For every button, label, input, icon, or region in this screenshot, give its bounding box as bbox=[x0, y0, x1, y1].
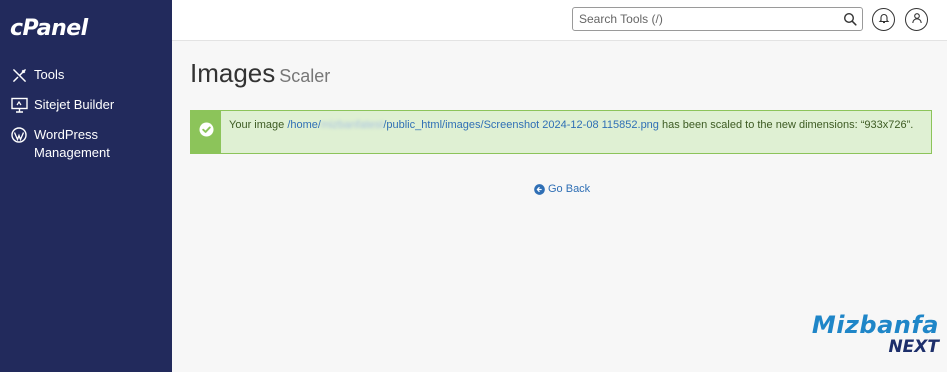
cpanel-logo[interactable]: cPanel bbox=[10, 16, 88, 41]
page-title: Images Scaler bbox=[190, 58, 330, 89]
sidebar-item-label: Tools bbox=[34, 67, 65, 82]
watermark-line2: NEXT bbox=[888, 337, 939, 357]
search-icon[interactable] bbox=[843, 12, 857, 26]
file-path-hidden: mizbanfatest bbox=[320, 119, 384, 131]
sidebar-item-sitejet-builder[interactable]: Sitejet Builder bbox=[0, 96, 172, 114]
user-menu-button[interactable] bbox=[905, 8, 928, 31]
check-circle-icon bbox=[198, 122, 214, 142]
file-path-end: /public_html/images/Screenshot 2024-12-0… bbox=[383, 119, 659, 131]
mizbanfa-watermark: Mizbanfa NEXT bbox=[812, 312, 939, 356]
page-subtitle: Scaler bbox=[279, 66, 331, 86]
file-path-link[interactable]: /home/mizbanfatest/public_html/images/Sc… bbox=[287, 119, 659, 131]
arrow-left-circle-icon bbox=[534, 183, 545, 195]
alert-message: Your image /home/mizbanfatest/public_htm… bbox=[229, 118, 925, 132]
user-icon bbox=[911, 11, 923, 29]
tools-icon bbox=[10, 66, 28, 84]
watermark-line1: Mizbanfa bbox=[811, 311, 939, 339]
bell-icon bbox=[878, 11, 890, 29]
search-input[interactable] bbox=[573, 8, 833, 30]
success-alert: Your image /home/mizbanfatest/public_htm… bbox=[190, 110, 932, 154]
go-back-label: Go Back bbox=[548, 183, 591, 195]
page-title-text: Images bbox=[190, 58, 276, 88]
sidebar-item-label: WordPress Management bbox=[34, 127, 110, 160]
alert-prefix: Your image bbox=[229, 119, 288, 131]
search-box[interactable] bbox=[572, 7, 863, 31]
alert-icon-strip bbox=[191, 111, 221, 153]
sidebar-item-tools[interactable]: Tools bbox=[0, 66, 172, 84]
sidebar-item-wordpress-management[interactable]: WordPress Management bbox=[0, 126, 172, 162]
sitejet-icon bbox=[10, 96, 28, 114]
alert-suffix: has been scaled to the new dimensions: “… bbox=[658, 119, 914, 131]
wordpress-icon bbox=[10, 126, 28, 144]
go-back-link[interactable]: Go Back bbox=[534, 183, 590, 195]
file-path-start: /home/ bbox=[287, 119, 321, 131]
sidebar-item-label: Sitejet Builder bbox=[34, 97, 115, 112]
sidebar: cPanel Tools Sitejet Builder WordPress M… bbox=[0, 0, 172, 372]
notifications-button[interactable] bbox=[872, 8, 895, 31]
top-bar bbox=[172, 0, 947, 41]
sidebar-nav: Tools Sitejet Builder WordPress Manageme… bbox=[0, 66, 172, 174]
